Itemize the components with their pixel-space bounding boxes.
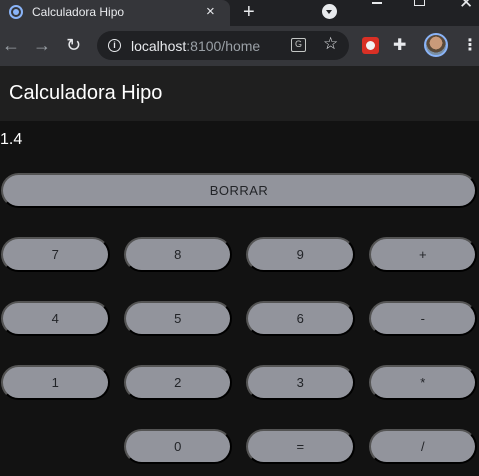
tab-close-icon[interactable]: × (206, 3, 215, 21)
favicon-icon (9, 5, 23, 19)
maximize-icon[interactable] (414, 0, 425, 6)
url-path: :8100/home (186, 38, 261, 54)
digit-5-button[interactable]: 5 (124, 301, 232, 336)
minimize-icon[interactable] (372, 2, 382, 4)
window-close-icon[interactable]: ✕ (459, 0, 473, 13)
multiply-button[interactable]: * (369, 365, 477, 400)
url-text[interactable]: localhost:8100/home (131, 38, 260, 54)
digit-6-button[interactable]: 6 (246, 301, 355, 336)
info-icon[interactable]: i (108, 39, 121, 52)
address-bar[interactable]: i localhost:8100/home G ☆ (97, 31, 349, 60)
tab-title: Calculadora Hipo (32, 5, 125, 19)
plus-button[interactable]: + (369, 237, 477, 272)
digit-8-button[interactable]: 8 (124, 237, 232, 272)
extension-icon[interactable] (362, 37, 379, 54)
page-title: Calculadora Hipo (9, 82, 163, 104)
tab-search-icon[interactable] (322, 4, 337, 19)
kebab-menu-icon[interactable]: ⋮ (462, 35, 478, 55)
forward-icon[interactable]: → (33, 35, 51, 55)
browser-tabstrip: Calculadora Hipo × + ✕ (0, 0, 479, 26)
url-host: localhost (131, 38, 187, 54)
equals-button[interactable]: = (246, 429, 355, 464)
reload-icon[interactable]: ↻ (66, 35, 81, 55)
clear-button[interactable]: BORRAR (1, 173, 477, 208)
minus-button[interactable]: - (369, 301, 477, 336)
calculator-display: 1.4 (0, 131, 23, 148)
digit-0-button[interactable]: 0 (124, 429, 232, 464)
divide-button[interactable]: / (369, 429, 477, 464)
browser-tab[interactable]: Calculadora Hipo × (0, 0, 230, 26)
translate-icon[interactable]: G (291, 38, 306, 52)
digit-7-button[interactable]: 7 (1, 237, 110, 272)
digit-1-button[interactable]: 1 (1, 365, 110, 400)
digit-4-button[interactable]: 4 (1, 301, 110, 336)
browser-toolbar: ← → ↻ i localhost:8100/home G ☆ ✚ ⋮ (0, 26, 479, 66)
digit-9-button[interactable]: 9 (246, 237, 355, 272)
new-tab-icon[interactable]: + (243, 1, 255, 23)
calculator: 1.4 BORRAR 7 8 9 + 4 5 6 - 1 2 3 * 0 = / (0, 121, 479, 476)
digit-2-button[interactable]: 2 (124, 365, 232, 400)
puzzle-icon[interactable]: ✚ (393, 35, 406, 55)
digit-3-button[interactable]: 3 (246, 365, 355, 400)
back-icon[interactable]: ← (2, 35, 20, 55)
avatar[interactable] (424, 33, 448, 57)
app-header: Calculadora Hipo (0, 66, 479, 121)
star-icon[interactable]: ☆ (323, 34, 338, 54)
